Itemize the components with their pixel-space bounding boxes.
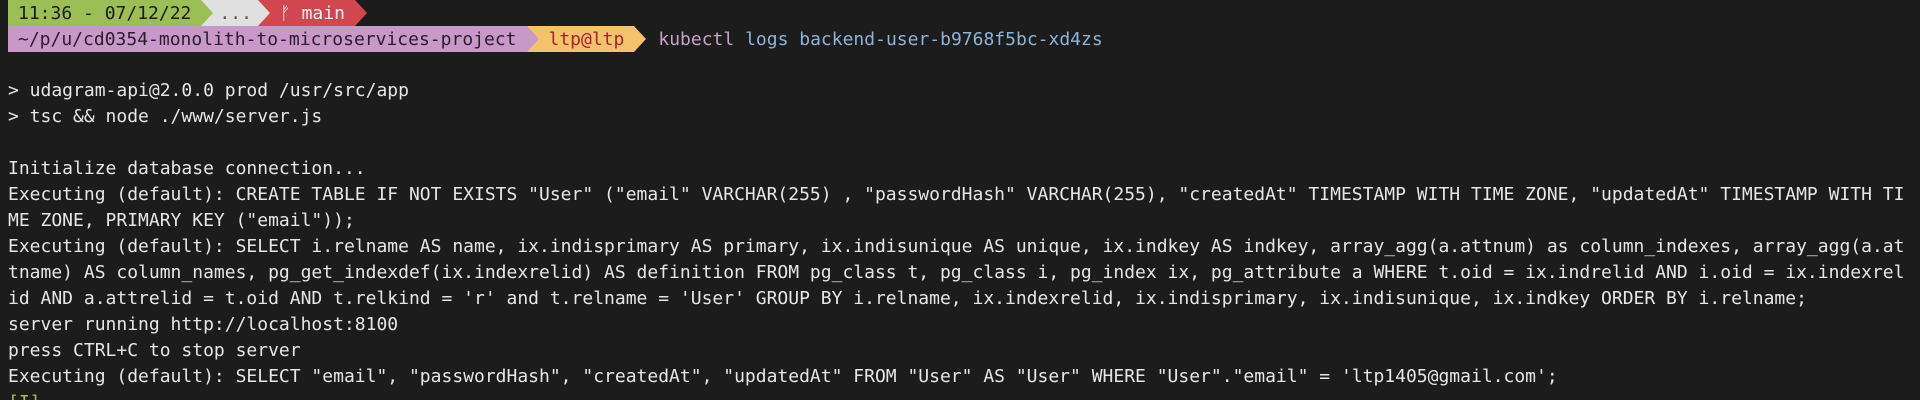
- segment-separator: [257, 0, 270, 26]
- segment-separator: [526, 26, 539, 52]
- output-line: press CTRL+C to stop server: [8, 340, 301, 361]
- segment-separator: [354, 0, 367, 26]
- output-line: Executing (default): CREATE TABLE IF NOT…: [8, 184, 1905, 231]
- git-segment: ᚠ main: [269, 0, 355, 26]
- output-line: > tsc && node ./www/server.js: [8, 106, 323, 127]
- output-line: Executing (default): SELECT "email", "pa…: [8, 366, 1558, 387]
- segment-separator: [201, 0, 214, 26]
- input-mode-indicator[interactable]: [I]: [8, 390, 1912, 400]
- segment-separator: [634, 26, 647, 52]
- command-name: kubectl: [658, 28, 735, 50]
- output-line: > udagram-api@2.0.0 prod /usr/src/app: [8, 80, 409, 101]
- path-segment: ~/p/u/cd0354-monolith-to-microservices-p…: [8, 26, 527, 52]
- git-branch-icon: ᚠ: [279, 2, 291, 24]
- output-line: Initialize database connection...: [8, 158, 366, 179]
- prompt-line-command: ~/p/u/cd0354-monolith-to-microservices-p…: [8, 26, 1912, 52]
- time-segment: 11:36 - 07/12/22: [8, 0, 202, 26]
- terminal-window[interactable]: 11:36 - 07/12/22 ... ᚠ main ~/p/u/cd0354…: [0, 0, 1920, 400]
- command-text: kubectl logs backend-user-b9768f5bc-xd4z…: [646, 29, 1102, 50]
- command-args: logs backend-user-b9768f5bc-xd4zs: [745, 28, 1103, 50]
- prompt-line-status: 11:36 - 07/12/22 ... ᚠ main: [8, 0, 1912, 26]
- dots-segment: ...: [213, 0, 258, 26]
- output-line: server running http://localhost:8100: [8, 314, 399, 335]
- output-line: Executing (default): SELECT i.relname AS…: [8, 236, 1905, 309]
- branch-name: main: [301, 2, 345, 24]
- user-host-segment: ltp@ltp: [538, 26, 635, 52]
